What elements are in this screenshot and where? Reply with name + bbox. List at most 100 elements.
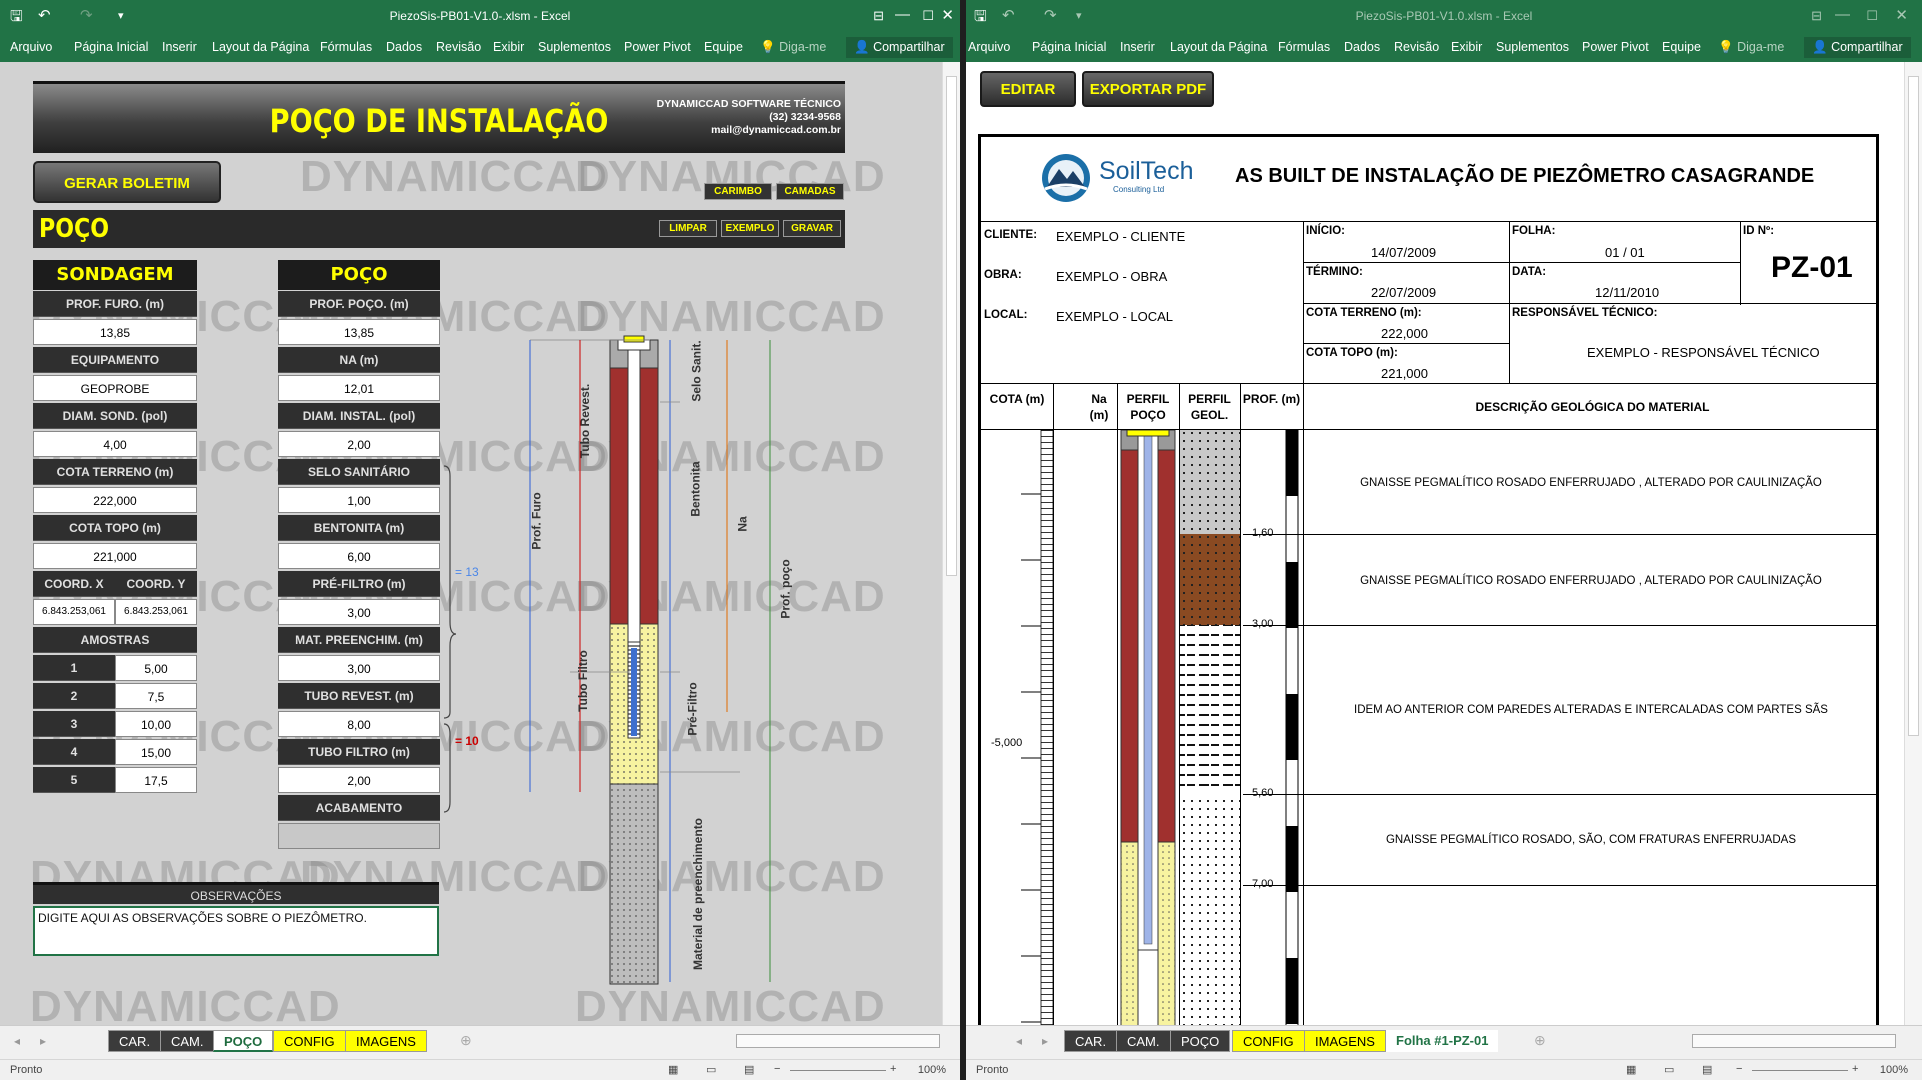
tab-config[interactable]: CONFIG: [273, 1030, 346, 1052]
camadas-button[interactable]: CAMADAS: [776, 183, 844, 200]
zoom-level[interactable]: 100%: [1880, 1064, 1908, 1076]
scroll-thumb[interactable]: [946, 76, 957, 576]
share-button[interactable]: 👤 Compartilhar: [846, 37, 953, 58]
tab-car[interactable]: CAR.: [108, 1030, 162, 1052]
normal-view-icon[interactable]: ▦: [668, 1063, 678, 1076]
tab-folha-pz01[interactable]: Folha #1-PZ-01: [1386, 1030, 1499, 1052]
limpar-button[interactable]: LIMPAR: [659, 220, 717, 237]
close-icon[interactable]: ✕: [941, 6, 954, 24]
tell-me-box[interactable]: 💡 Diga-me: [1718, 40, 1784, 55]
ribbon-tab-exibir[interactable]: Exibir: [493, 40, 524, 54]
cota-terreno-input[interactable]: 222,000: [33, 487, 197, 513]
acabamento-input[interactable]: [278, 823, 440, 849]
minimize-icon[interactable]: —: [1835, 6, 1850, 23]
ribbon-tab-layout[interactable]: Layout da Página: [1170, 40, 1267, 54]
maximize-icon[interactable]: ☐: [922, 8, 934, 24]
amostra-value[interactable]: 7,5: [115, 683, 197, 709]
mat-preench-input[interactable]: 3,00: [278, 655, 440, 681]
tab-prev-icon[interactable]: ◂: [14, 1034, 20, 1048]
vertical-scrollbar[interactable]: [1904, 62, 1922, 1026]
ribbon-tab-dados[interactable]: Dados: [1344, 40, 1380, 54]
tab-imagens[interactable]: IMAGENS: [345, 1030, 427, 1052]
tell-me-box[interactable]: 💡 Diga-me: [760, 40, 826, 55]
ribbon-tab-layout[interactable]: Layout da Página: [212, 40, 309, 54]
zoom-slider[interactable]: [1752, 1070, 1848, 1071]
bentonita-input[interactable]: 6,00: [278, 543, 440, 569]
amostra-value[interactable]: 10,00: [115, 711, 197, 737]
ribbon-tab-inserir[interactable]: Inserir: [162, 40, 197, 54]
zoom-out-icon[interactable]: −: [774, 1063, 780, 1075]
amostra-value[interactable]: 5,00: [115, 655, 197, 681]
tubo-revest-input[interactable]: 8,00: [278, 711, 440, 737]
ribbon-tab-revisao[interactable]: Revisão: [1394, 40, 1439, 54]
gravar-button[interactable]: GRAVAR: [783, 220, 841, 237]
exportar-pdf-button[interactable]: EXPORTAR PDF: [1082, 71, 1214, 107]
carimbo-button[interactable]: CARIMBO: [704, 183, 772, 200]
diam-sond-input[interactable]: 4,00: [33, 431, 197, 457]
ribbon-tab-formulas[interactable]: Fórmulas: [1278, 40, 1330, 54]
coord-y-input[interactable]: 6.843.253,061: [115, 599, 197, 625]
page-break-icon[interactable]: ▤: [744, 1063, 754, 1076]
ribbon-tab-arquivo[interactable]: Arquivo: [968, 40, 1010, 54]
tab-imagens[interactable]: IMAGENS: [1304, 1030, 1386, 1052]
close-icon[interactable]: ✕: [1895, 6, 1908, 24]
ribbon-tab-pagina-inicial[interactable]: Página Inicial: [1032, 40, 1106, 54]
tab-config[interactable]: CONFIG: [1232, 1030, 1305, 1052]
tab-next-icon[interactable]: ▸: [1042, 1034, 1048, 1048]
vertical-scrollbar[interactable]: [942, 62, 960, 1026]
tab-next-icon[interactable]: ▸: [40, 1034, 46, 1048]
page-break-icon[interactable]: ▤: [1702, 1063, 1712, 1076]
tab-poco[interactable]: POÇO: [213, 1030, 274, 1052]
prof-poco-input[interactable]: 13,85: [278, 319, 440, 345]
ribbon-tab-pagina-inicial[interactable]: Página Inicial: [74, 40, 148, 54]
ribbon-tab-power-pivot[interactable]: Power Pivot: [624, 40, 691, 54]
cota-topo-input[interactable]: 221,000: [33, 543, 197, 569]
ribbon-tab-inserir[interactable]: Inserir: [1120, 40, 1155, 54]
ribbon-tab-equipe[interactable]: Equipe: [704, 40, 743, 54]
ribbon-display-icon[interactable]: ⊟: [873, 8, 884, 24]
ribbon-tab-dados[interactable]: Dados: [386, 40, 422, 54]
share-button[interactable]: 👤 Compartilhar: [1804, 37, 1911, 58]
add-sheet-icon[interactable]: ⊕: [1534, 1032, 1546, 1049]
selo-sanitario-input[interactable]: 1,00: [278, 487, 440, 513]
diam-instal-input[interactable]: 2,00: [278, 431, 440, 457]
page-layout-icon[interactable]: ▭: [1664, 1063, 1674, 1076]
exemplo-button[interactable]: EXEMPLO: [721, 220, 779, 237]
ribbon-tab-power-pivot[interactable]: Power Pivot: [1582, 40, 1649, 54]
amostra-value[interactable]: 15,00: [115, 739, 197, 765]
zoom-in-icon[interactable]: +: [890, 1063, 896, 1075]
na-input[interactable]: 12,01: [278, 375, 440, 401]
horizontal-scrollbar[interactable]: [1692, 1034, 1896, 1048]
editar-button[interactable]: EDITAR: [980, 71, 1076, 107]
observacoes-input[interactable]: DIGITE AQUI AS OBSERVAÇÕES SOBRE O PIEZÔ…: [33, 906, 439, 956]
prof-furo-input[interactable]: 13,85: [33, 319, 197, 345]
maximize-icon[interactable]: ☐: [1866, 8, 1878, 24]
scroll-thumb[interactable]: [1908, 76, 1919, 736]
ribbon-display-icon[interactable]: ⊟: [1811, 8, 1822, 24]
ribbon-tab-suplementos[interactable]: Suplementos: [1496, 40, 1569, 54]
gerar-boletim-button[interactable]: GERAR BOLETIM: [33, 161, 221, 203]
tubo-filtro-input[interactable]: 2,00: [278, 767, 440, 793]
tab-prev-icon[interactable]: ◂: [1016, 1034, 1022, 1048]
zoom-out-icon[interactable]: −: [1736, 1063, 1742, 1075]
zoom-slider[interactable]: [790, 1070, 886, 1071]
worksheet-report[interactable]: EDITAR EXPORTAR PDF SoilTech Consulting …: [966, 62, 1904, 1036]
ribbon-tab-equipe[interactable]: Equipe: [1662, 40, 1701, 54]
tab-cam[interactable]: CAM.: [1116, 1030, 1171, 1052]
normal-view-icon[interactable]: ▦: [1626, 1063, 1636, 1076]
horizontal-scrollbar[interactable]: [736, 1034, 940, 1048]
tab-cam[interactable]: CAM.: [160, 1030, 215, 1052]
zoom-level[interactable]: 100%: [918, 1064, 946, 1076]
worksheet-poco[interactable]: DYNAMICCAD DYNAMICCAD DYNAMICCAD DYNAMIC…: [0, 62, 942, 1036]
minimize-icon[interactable]: —: [895, 6, 910, 23]
zoom-in-icon[interactable]: +: [1852, 1063, 1858, 1075]
ribbon-tab-formulas[interactable]: Fórmulas: [320, 40, 372, 54]
add-sheet-icon[interactable]: ⊕: [460, 1032, 472, 1049]
ribbon-tab-revisao[interactable]: Revisão: [436, 40, 481, 54]
tab-poco[interactable]: POÇO: [1170, 1030, 1231, 1052]
page-layout-icon[interactable]: ▭: [706, 1063, 716, 1076]
amostra-value[interactable]: 17,5: [115, 767, 197, 793]
ribbon-tab-exibir[interactable]: Exibir: [1451, 40, 1482, 54]
pre-filtro-input[interactable]: 3,00: [278, 599, 440, 625]
ribbon-tab-suplementos[interactable]: Suplementos: [538, 40, 611, 54]
